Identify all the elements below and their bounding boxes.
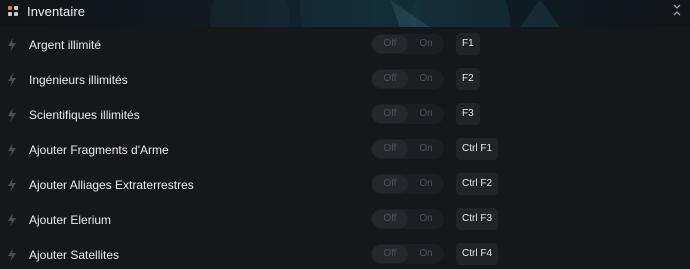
cheat-label: Ajouter Elerium <box>29 213 112 227</box>
cheat-label: Scientifiques illimités <box>29 108 140 122</box>
cheat-row: Ajouter Elerium Off On Ctrl F3 <box>0 203 690 238</box>
lightning-bolt-icon <box>8 213 16 227</box>
off-on-toggle[interactable]: Off On <box>371 174 444 194</box>
off-on-toggle[interactable]: Off On <box>371 104 444 124</box>
toggle-on-option[interactable]: On <box>411 140 441 158</box>
toggle-off-option[interactable]: Off <box>372 105 408 123</box>
hotkey-badge[interactable]: Ctrl F4 <box>456 243 498 265</box>
cheat-row: Ajouter Alliages Extraterrestres Off On … <box>0 168 690 203</box>
lightning-bolt-icon <box>8 108 16 122</box>
toggle-off-option[interactable]: Off <box>372 70 408 88</box>
toggle-on-option[interactable]: On <box>411 105 441 123</box>
toggle-off-option[interactable]: Off <box>372 140 408 158</box>
hotkey-badge[interactable]: Ctrl F3 <box>456 208 498 230</box>
hotkey-badge[interactable]: F2 <box>456 68 480 90</box>
header-background-art <box>210 0 560 27</box>
cheat-label: Ajouter Fragments d'Arme <box>29 143 169 157</box>
panel-title: Inventaire <box>27 4 86 19</box>
toggle-on-option[interactable]: On <box>411 210 441 228</box>
lightning-bolt-icon <box>8 143 16 157</box>
lightning-bolt-icon <box>8 248 16 262</box>
inventory-panel: Inventaire Argent illimité Off On F1 Ing… <box>0 0 690 269</box>
grid-icon <box>8 6 18 16</box>
off-on-toggle[interactable]: Off On <box>371 139 444 159</box>
cheat-row: Ajouter Satellites Off On Ctrl F4 <box>0 238 690 269</box>
toggle-on-option[interactable]: On <box>411 35 441 53</box>
cheat-row: Argent illimité Off On F1 <box>0 28 690 63</box>
toggle-off-option[interactable]: Off <box>372 175 408 193</box>
toggle-off-option[interactable]: Off <box>372 210 408 228</box>
toggle-on-option[interactable]: On <box>411 245 441 263</box>
cheat-label: Ajouter Alliages Extraterrestres <box>29 178 194 192</box>
lightning-bolt-icon <box>8 178 16 192</box>
toggle-on-option[interactable]: On <box>411 175 441 193</box>
off-on-toggle[interactable]: Off On <box>371 34 444 54</box>
toggle-off-option[interactable]: Off <box>372 35 408 53</box>
toggle-off-option[interactable]: Off <box>372 245 408 263</box>
cheat-label: Ajouter Satellites <box>29 248 120 262</box>
cheat-row: Scientifiques illimités Off On F3 <box>0 98 690 133</box>
toggle-on-option[interactable]: On <box>411 70 441 88</box>
hotkey-badge[interactable]: F1 <box>456 33 480 55</box>
cheat-label: Argent illimité <box>29 38 102 52</box>
lightning-bolt-icon <box>8 38 16 52</box>
off-on-toggle[interactable]: Off On <box>371 209 444 229</box>
panel-header[interactable]: Inventaire <box>0 0 690 27</box>
cheat-row: Ajouter Fragments d'Arme Off On Ctrl F1 <box>0 133 690 168</box>
hotkey-badge[interactable]: F3 <box>456 103 480 125</box>
hotkey-badge[interactable]: Ctrl F1 <box>456 138 498 160</box>
cheat-label: Ingénieurs illimités <box>29 73 128 87</box>
off-on-toggle[interactable]: Off On <box>371 69 444 89</box>
lightning-bolt-icon <box>8 73 16 87</box>
collapse-chevrons-icon[interactable] <box>672 3 682 17</box>
cheat-row: Ingénieurs illimités Off On F2 <box>0 63 690 98</box>
hotkey-badge[interactable]: Ctrl F2 <box>456 173 498 195</box>
off-on-toggle[interactable]: Off On <box>371 244 444 264</box>
